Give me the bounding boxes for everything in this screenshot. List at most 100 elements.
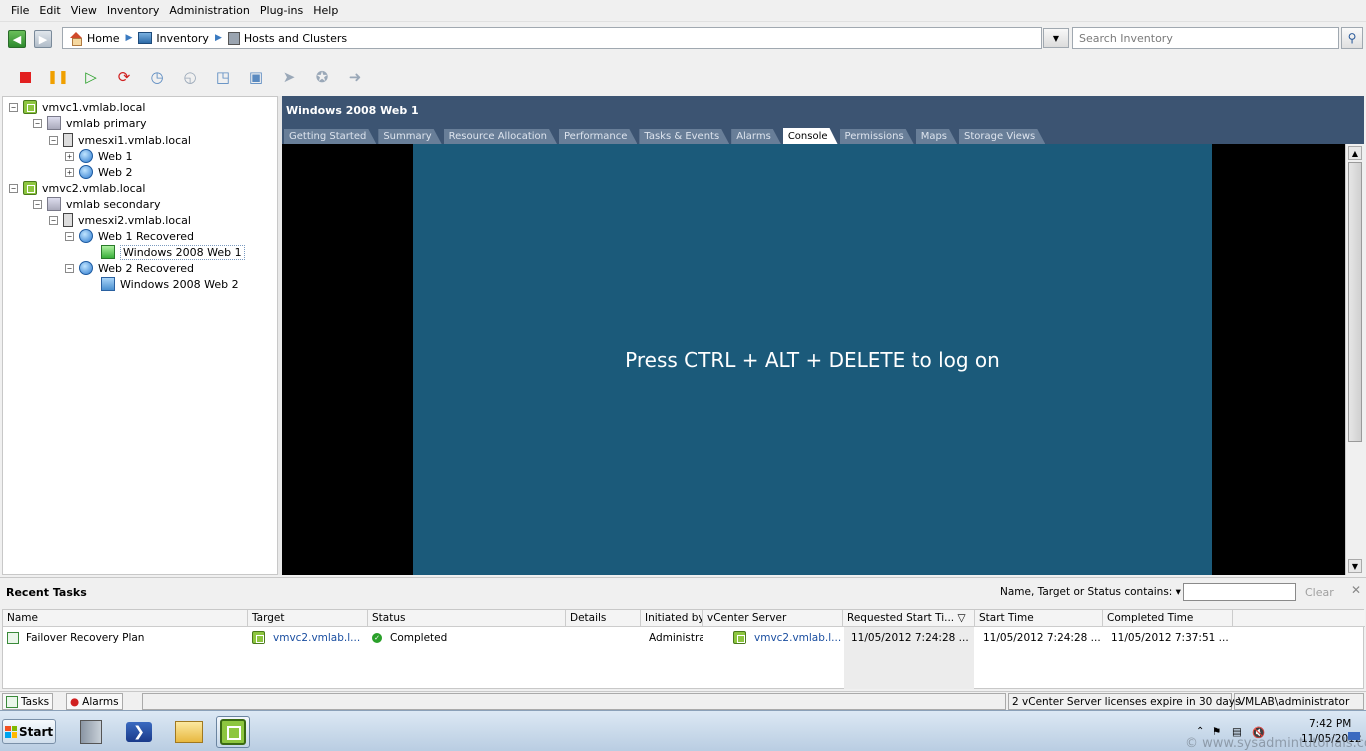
column-header-details[interactable]: Details — [566, 610, 641, 627]
table-row[interactable]: Failover Recovery Plan vmvc2.vmlab.l... … — [3, 627, 1365, 645]
collapse-toggle[interactable]: − — [9, 102, 18, 112]
cell-completed-time: 11/05/2012 7:37:51 ... — [1111, 631, 1229, 644]
tree-node-web2-recovered[interactable]: − Web 2 Recovered — [65, 260, 194, 276]
expand-toggle[interactable]: + — [65, 167, 74, 177]
tree-node-web1[interactable]: + Web 1 — [65, 148, 132, 164]
task-target-link[interactable]: vmvc2.vmlab.l... — [273, 632, 360, 644]
tab-permissions[interactable]: Permissions — [840, 129, 914, 144]
column-header-vcenter[interactable]: vCenter Server — [703, 610, 843, 627]
breadcrumb-inventory-label: Inventory — [156, 31, 209, 45]
search-button[interactable]: ⚲ — [1341, 27, 1363, 49]
tab-maps[interactable]: Maps — [916, 129, 957, 144]
tree-node-dc2[interactable]: − vmlab secondary — [33, 196, 161, 212]
clear-filter-button[interactable]: Clear — [1305, 586, 1334, 599]
console-button[interactable]: ▣ — [245, 66, 267, 88]
column-header-completed-time[interactable]: Completed Time — [1103, 610, 1233, 627]
column-header-name[interactable]: Name — [3, 610, 248, 627]
tree-node-dc1[interactable]: − vmlab primary — [33, 115, 147, 131]
console-screen[interactable]: Press CTRL + ALT + DELETE to log on — [413, 144, 1212, 575]
tab-console[interactable]: Console — [783, 128, 838, 144]
power-off-button[interactable] — [14, 66, 36, 88]
expand-toggle[interactable]: + — [65, 151, 74, 161]
scroll-down-icon[interactable]: ▼ — [1348, 559, 1362, 573]
taskbar-vsphere-client[interactable] — [216, 716, 250, 748]
menu-view[interactable]: View — [66, 4, 102, 17]
tree-label: Web 1 — [98, 149, 133, 163]
snapshot-manager-button[interactable]: ◳ — [212, 66, 234, 88]
column-header-start-time[interactable]: Start Time — [975, 610, 1103, 627]
taskbar-powershell[interactable]: ❯ — [122, 716, 156, 748]
close-icon[interactable]: ✕ — [1351, 583, 1361, 597]
tree-node-vc1[interactable]: − vmvc1.vmlab.local — [9, 99, 145, 115]
menu-edit[interactable]: Edit — [34, 4, 65, 17]
tab-tasks-events[interactable]: Tasks & Events — [639, 129, 729, 144]
task-vcenter-link[interactable]: vmvc2.vmlab.l... — [754, 632, 841, 644]
scroll-up-icon[interactable]: ▲ — [1348, 146, 1362, 160]
breadcrumb-home[interactable]: Home — [69, 31, 119, 46]
taskbar-explorer[interactable] — [172, 716, 206, 748]
collapse-toggle[interactable]: − — [49, 215, 58, 225]
tree-node-host2[interactable]: − vmesxi2.vmlab.local — [49, 212, 191, 228]
snapshot-button[interactable]: ◷ — [146, 66, 168, 88]
menu-help[interactable]: Help — [308, 4, 343, 17]
tree-label: vmlab secondary — [66, 197, 161, 211]
breadcrumb-arrow-icon[interactable]: ▶ — [215, 33, 222, 43]
breadcrumb-inventory[interactable]: Inventory — [138, 32, 209, 45]
menu-plugins[interactable]: Plug-ins — [255, 4, 308, 17]
scrollbar-thumb[interactable] — [1348, 162, 1362, 442]
vm-console[interactable]: Press CTRL + ALT + DELETE to log on — [282, 144, 1345, 575]
tab-getting-started[interactable]: Getting Started — [284, 129, 376, 144]
collapse-toggle[interactable]: − — [65, 263, 74, 273]
license-status[interactable]: 2 vCenter Server licenses expire in 30 d… — [1008, 693, 1241, 710]
filter-label-dropdown[interactable]: Name, Target or Status contains: ▾ — [1000, 586, 1181, 598]
column-header-target[interactable]: Target — [248, 610, 368, 627]
search-placeholder: Search Inventory — [1079, 31, 1173, 45]
server-manager-icon — [80, 720, 102, 744]
tree-label: vmvc2.vmlab.local — [42, 181, 146, 195]
collapse-toggle[interactable]: − — [33, 199, 42, 209]
collapse-toggle[interactable]: − — [9, 183, 18, 193]
tab-storage-views[interactable]: Storage Views — [959, 129, 1045, 144]
status-bar: Tasks ● Alarms 2 vCenter Server licenses… — [0, 691, 1366, 710]
column-header-initiated-by[interactable]: Initiated by — [641, 610, 703, 627]
tree-node-host1[interactable]: − vmesxi1.vmlab.local — [49, 132, 191, 148]
tree-node-vm2[interactable]: Windows 2008 Web 2 — [101, 276, 239, 292]
tree-node-vc2[interactable]: − vmvc2.vmlab.local — [9, 180, 145, 196]
tree-node-web2[interactable]: + Web 2 — [65, 164, 132, 180]
alarms-tab[interactable]: ● Alarms — [66, 693, 123, 710]
vcenter-icon — [252, 631, 265, 644]
menu-inventory[interactable]: Inventory — [102, 4, 165, 17]
clock-time[interactable]: 7:42 PM — [1309, 718, 1351, 730]
collapse-toggle[interactable]: − — [49, 135, 58, 145]
revert-snapshot-button[interactable]: ◵ — [179, 66, 201, 88]
tab-summary[interactable]: Summary — [378, 129, 441, 144]
start-button[interactable]: Start — [2, 719, 56, 744]
forward-button[interactable]: ▶ — [34, 30, 52, 48]
tasks-tab[interactable]: Tasks — [2, 693, 54, 710]
power-on-button[interactable]: ▷ — [80, 66, 102, 88]
column-header-requested-start[interactable]: Requested Start Ti... ▽ — [843, 610, 975, 627]
back-button[interactable]: ◀ — [8, 30, 26, 48]
menu-administration[interactable]: Administration — [164, 4, 255, 17]
clone-button[interactable]: ✪ — [311, 66, 333, 88]
breadcrumb-hosts-clusters[interactable]: Hosts and Clusters — [227, 31, 347, 45]
tree-node-web1-recovered[interactable]: − Web 1 Recovered — [65, 228, 194, 244]
reset-button[interactable]: ⟳ — [113, 66, 135, 88]
collapse-toggle[interactable]: − — [33, 118, 42, 128]
search-input[interactable]: Search Inventory — [1072, 27, 1339, 49]
tree-node-vm1[interactable]: Windows 2008 Web 1 — [101, 244, 245, 260]
collapse-toggle[interactable]: − — [65, 231, 74, 241]
search-scope-dropdown[interactable]: ▼ — [1043, 28, 1069, 48]
menu-file[interactable]: File — [6, 4, 34, 17]
column-header-status[interactable]: Status — [368, 610, 566, 627]
template-button[interactable]: ➜ — [344, 66, 366, 88]
task-filter-input[interactable] — [1183, 583, 1296, 601]
tab-performance[interactable]: Performance — [559, 129, 637, 144]
console-scrollbar[interactable]: ▲ ▼ — [1345, 144, 1364, 575]
tab-alarms[interactable]: Alarms — [731, 129, 781, 144]
migrate-button[interactable]: ➤ — [278, 66, 300, 88]
breadcrumb-arrow-icon[interactable]: ▶ — [125, 33, 132, 43]
taskbar-server-manager[interactable] — [74, 716, 108, 748]
suspend-button[interactable]: ❚❚ — [47, 66, 69, 88]
tab-resource-allocation[interactable]: Resource Allocation — [444, 129, 557, 144]
